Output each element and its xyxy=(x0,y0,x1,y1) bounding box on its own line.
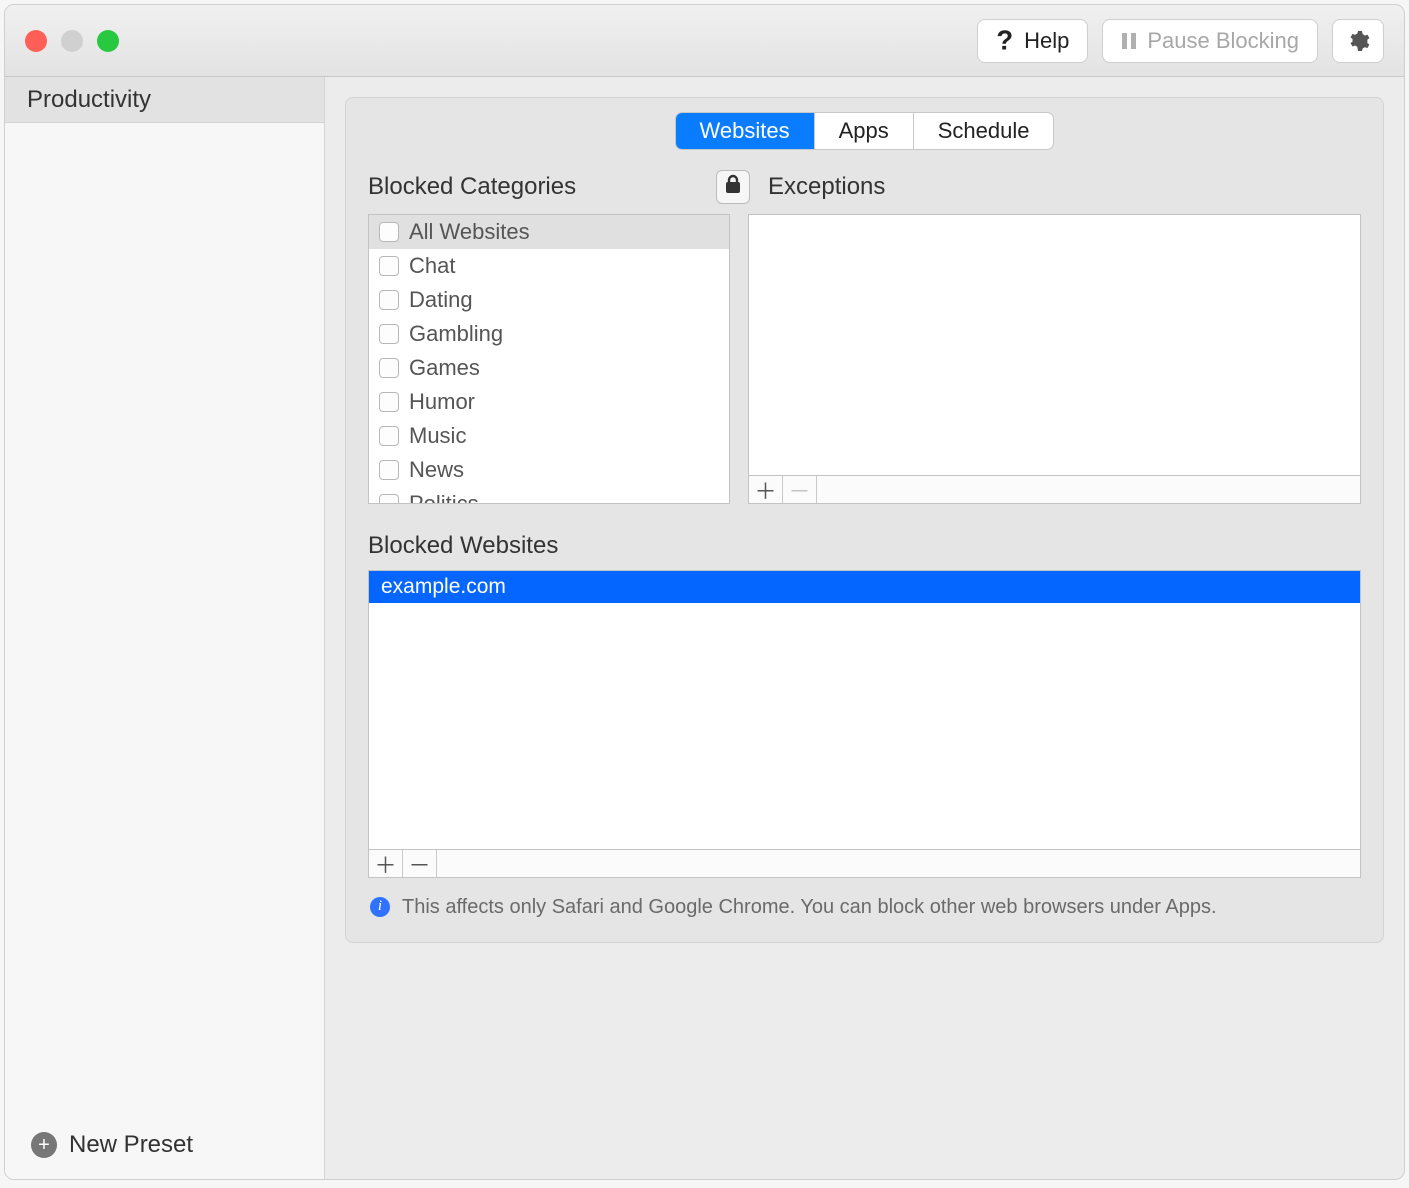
category-checkbox[interactable] xyxy=(379,426,399,446)
categories-scroll[interactable]: All Websites Chat Dating Gambling Games Humor… xyxy=(369,215,729,503)
content-panel: Websites Apps Schedule Blocked Categorie… xyxy=(345,97,1384,943)
info-icon: i xyxy=(370,897,390,917)
zoom-window-button[interactable] xyxy=(97,30,119,52)
category-checkbox[interactable] xyxy=(379,460,399,480)
pause-icon xyxy=(1121,32,1137,50)
category-label: Dating xyxy=(409,287,473,313)
websites-add-button[interactable]: ＋ xyxy=(369,850,403,877)
minimize-window-button[interactable] xyxy=(61,30,83,52)
category-item[interactable]: Chat xyxy=(369,249,729,283)
category-label: Games xyxy=(409,355,480,381)
tab-schedule[interactable]: Schedule xyxy=(914,113,1054,149)
category-item[interactable]: Dating xyxy=(369,283,729,317)
category-checkbox[interactable] xyxy=(379,358,399,378)
exceptions-column: ＋ － xyxy=(748,214,1361,504)
tab-websites[interactable]: Websites xyxy=(676,113,815,149)
tab-websites-label: Websites xyxy=(700,118,790,144)
help-button-label: Help xyxy=(1024,28,1069,54)
category-label: All Websites xyxy=(409,219,530,245)
category-checkbox[interactable] xyxy=(379,392,399,412)
lock-button[interactable] xyxy=(716,170,750,204)
exceptions-list[interactable] xyxy=(748,214,1361,476)
category-label: Humor xyxy=(409,389,475,415)
blocked-site-row[interactable]: example.com xyxy=(369,571,1360,603)
category-item[interactable]: Music xyxy=(369,419,729,453)
category-item[interactable]: All Websites xyxy=(369,215,729,249)
category-label: Music xyxy=(409,423,466,449)
category-label: Chat xyxy=(409,253,455,279)
columns: All Websites Chat Dating Gambling Games Humor… xyxy=(368,214,1361,504)
sidebar-preset-item[interactable]: Productivity xyxy=(5,77,324,123)
new-preset-label: New Preset xyxy=(69,1131,193,1159)
traffic-lights xyxy=(25,30,119,52)
pause-button-label: Pause Blocking xyxy=(1147,28,1299,54)
plus-circle-icon: + xyxy=(31,1132,57,1158)
categories-list: All Websites Chat Dating Gambling Games Humor… xyxy=(368,214,730,504)
preset-list: Productivity xyxy=(5,77,324,123)
category-checkbox[interactable] xyxy=(379,324,399,344)
exceptions-label: Exceptions xyxy=(758,173,1361,201)
category-checkbox[interactable] xyxy=(379,494,399,503)
exceptions-remove-button[interactable]: － xyxy=(783,476,817,503)
category-item[interactable]: Games xyxy=(369,351,729,385)
tab-apps[interactable]: Apps xyxy=(815,113,914,149)
segmented-tabs: Websites Apps Schedule xyxy=(675,112,1055,150)
lock-icon xyxy=(724,173,742,201)
section-labels-row: Blocked Categories Exceptions xyxy=(368,170,1361,204)
titlebar: ? Help Pause Blocking xyxy=(5,5,1404,77)
close-window-button[interactable] xyxy=(25,30,47,52)
category-item[interactable]: News xyxy=(369,453,729,487)
info-note: i This affects only Safari and Google Ch… xyxy=(368,894,1361,920)
info-note-text: This affects only Safari and Google Chro… xyxy=(402,894,1217,920)
new-preset-button[interactable]: + New Preset xyxy=(5,1111,324,1179)
category-item[interactable]: Gambling xyxy=(369,317,729,351)
tab-apps-label: Apps xyxy=(839,118,889,144)
svg-text:?: ? xyxy=(997,29,1014,53)
blocked-categories-label: Blocked Categories xyxy=(368,173,708,201)
main-content: Websites Apps Schedule Blocked Categorie… xyxy=(325,77,1404,1179)
exceptions-toolbar: ＋ － xyxy=(748,476,1361,504)
sidebar: Productivity + New Preset xyxy=(5,77,325,1179)
blocked-websites-list[interactable]: example.com xyxy=(368,570,1361,850)
blocked-websites-label: Blocked Websites xyxy=(368,532,1361,560)
category-label: Politics xyxy=(409,491,479,503)
app-window: ? Help Pause Blocking Productivity + New… xyxy=(4,4,1405,1180)
category-label: Gambling xyxy=(409,321,503,347)
segmented-tabs-wrap: Websites Apps Schedule xyxy=(368,112,1361,150)
pause-blocking-button[interactable]: Pause Blocking xyxy=(1102,19,1318,63)
tab-schedule-label: Schedule xyxy=(938,118,1030,144)
websites-remove-button[interactable]: － xyxy=(403,850,437,877)
category-item[interactable]: Humor xyxy=(369,385,729,419)
category-checkbox[interactable] xyxy=(379,256,399,276)
help-button[interactable]: ? Help xyxy=(977,19,1088,63)
category-checkbox[interactable] xyxy=(379,222,399,242)
category-item[interactable]: Politics xyxy=(369,487,729,503)
blocked-websites-toolbar: ＋ － xyxy=(368,850,1361,878)
settings-button[interactable] xyxy=(1332,19,1384,63)
question-icon: ? xyxy=(996,29,1014,53)
body: Productivity + New Preset Websites Apps … xyxy=(5,77,1404,1179)
category-label: News xyxy=(409,457,464,483)
gear-icon xyxy=(1346,29,1370,53)
exceptions-add-button[interactable]: ＋ xyxy=(749,476,783,503)
category-checkbox[interactable] xyxy=(379,290,399,310)
